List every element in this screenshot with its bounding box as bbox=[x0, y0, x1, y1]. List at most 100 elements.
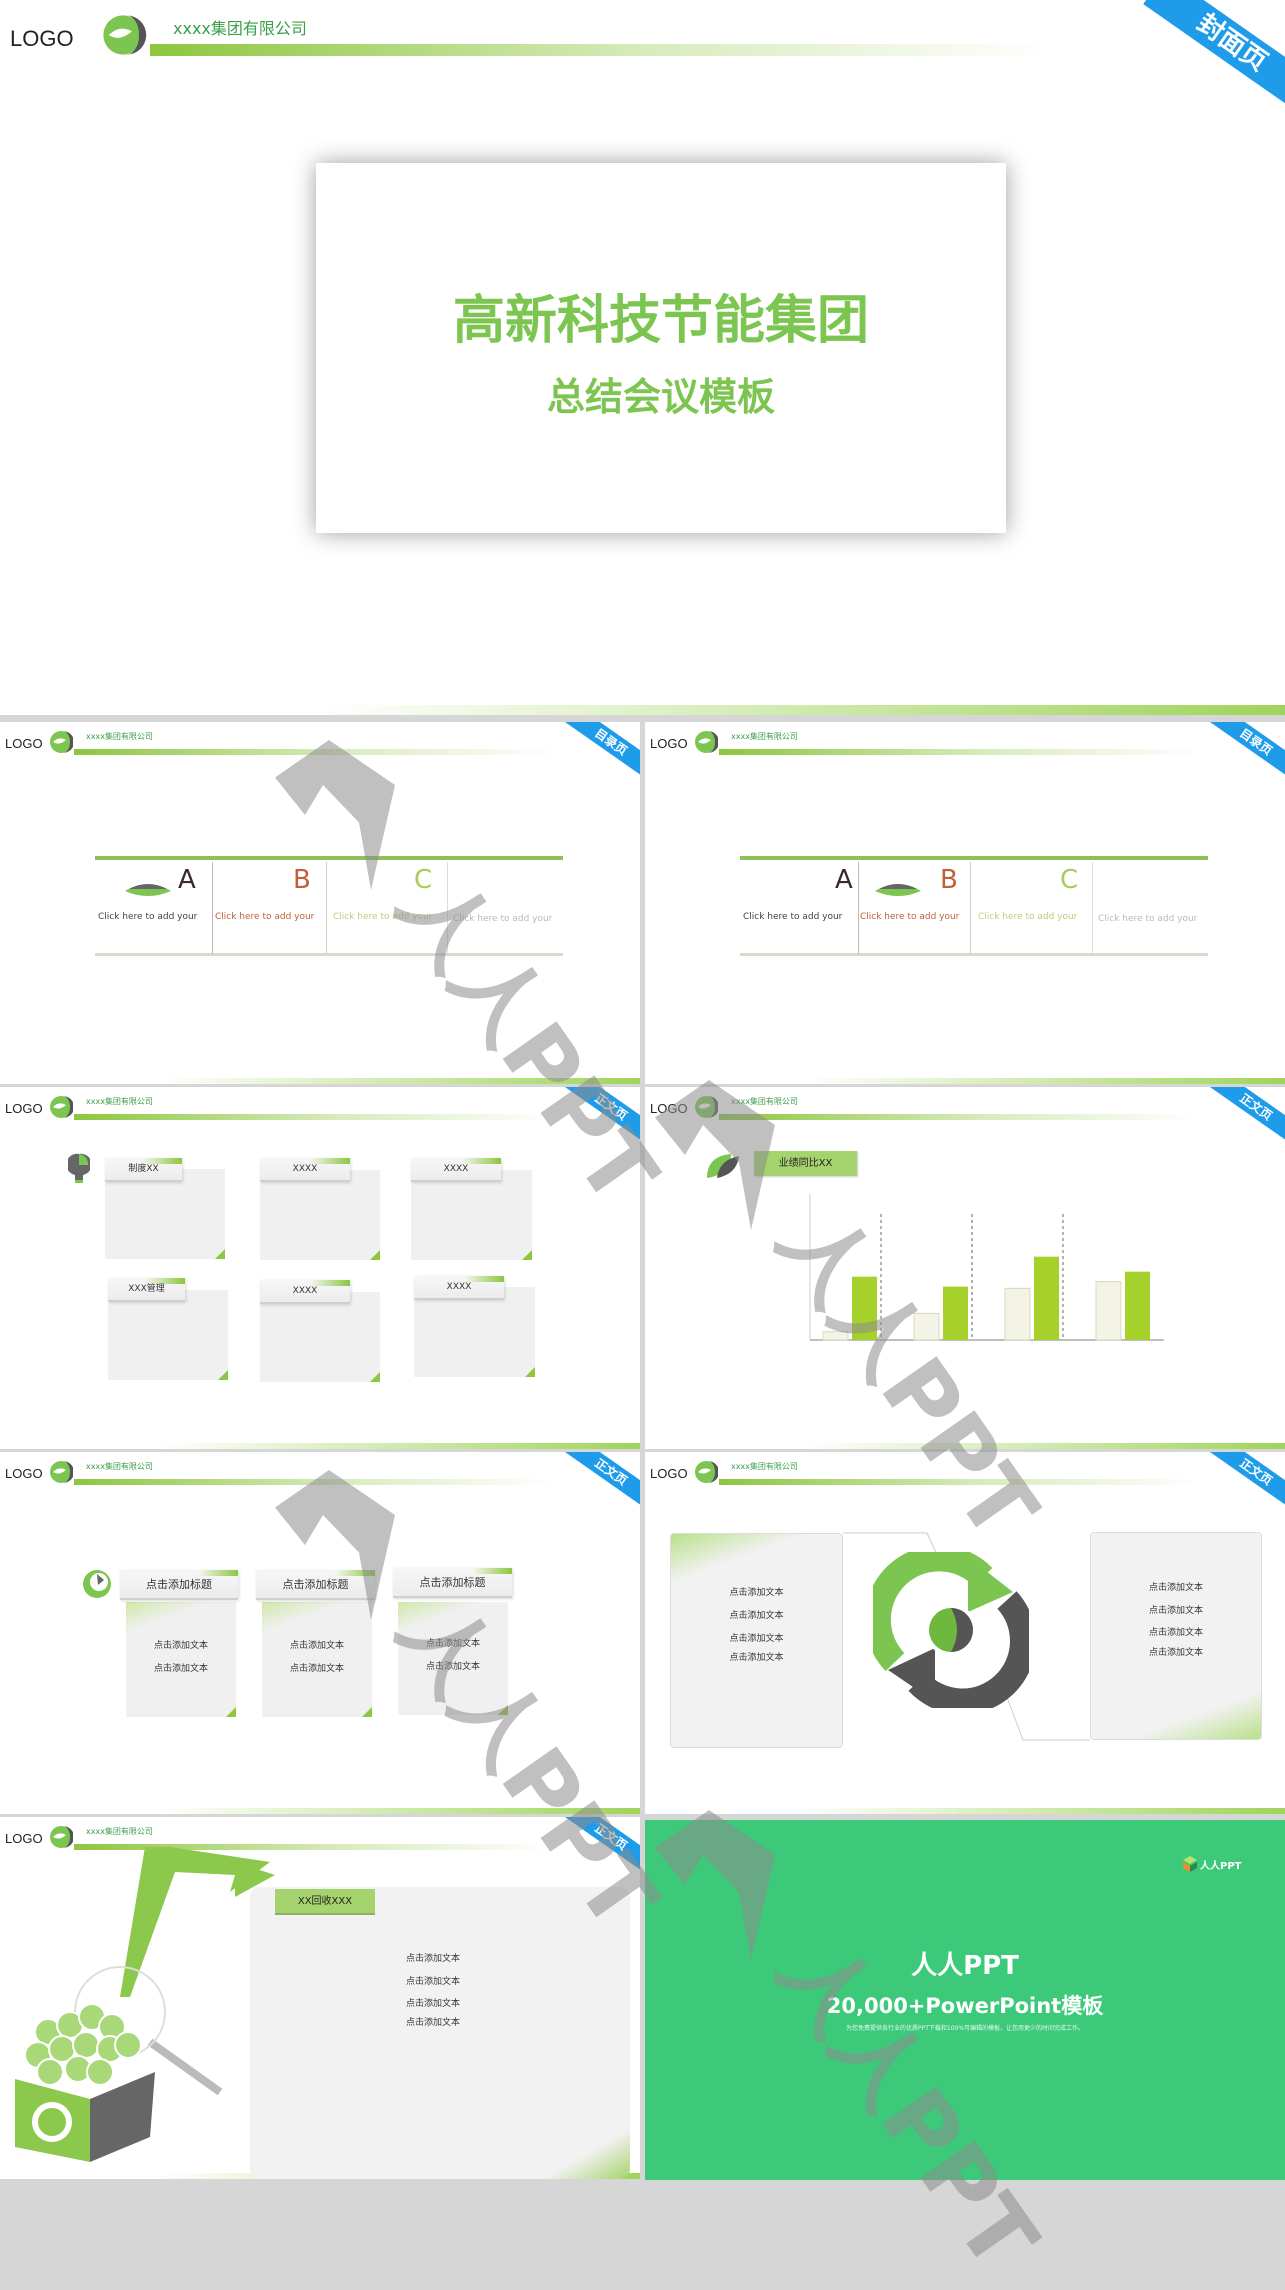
logo-text: LOGO bbox=[5, 1101, 43, 1116]
footer-line bbox=[0, 1078, 640, 1084]
toc-item[interactable]: Click here to add your bbox=[978, 912, 1077, 922]
leaf-icon bbox=[125, 884, 171, 896]
cover-slide[interactable]: LOGO xxxx集团有限公司 封面页 高新科技节能集团 总结会议模板 bbox=[0, 0, 1285, 715]
bar-s1-4 bbox=[1095, 1281, 1122, 1341]
content-panel bbox=[250, 1887, 630, 2179]
recycle-bin-illustration bbox=[15, 1847, 275, 2162]
cycle-text[interactable]: 点击添加文本 bbox=[670, 1585, 843, 1598]
grid-slide[interactable]: LOGO xxxx集团有限公司 正文页 制度XX XXXX XXXX XXX管理 X… bbox=[0, 1087, 640, 1449]
grid-label[interactable]: XXXX bbox=[260, 1158, 350, 1182]
toc-letter-a: A bbox=[178, 865, 196, 895]
bar-s1-1 bbox=[822, 1331, 849, 1341]
logo-text: LOGO bbox=[5, 736, 43, 751]
company-name: xxxx集团有限公司 bbox=[86, 732, 153, 741]
promo-subtitle: 20,000+PowerPoint模板 bbox=[826, 1994, 1104, 2018]
toc-letter-a: A bbox=[835, 865, 853, 895]
promo-slide[interactable]: 人人PPT 人人PPT 20,000+PowerPoint模板 为您免费提供各行… bbox=[645, 1820, 1285, 2180]
column-text[interactable]: 点击添加文本 bbox=[126, 1661, 236, 1674]
cycle-text[interactable]: 点击添加文本 bbox=[1090, 1625, 1262, 1638]
grid-label[interactable]: XXXX bbox=[414, 1276, 504, 1300]
leaf-logo-icon bbox=[103, 15, 147, 55]
cycle-text[interactable]: 点击添加文本 bbox=[1090, 1645, 1262, 1658]
page-type-badge: 目录页 bbox=[1205, 722, 1285, 782]
bar-s2-1 bbox=[852, 1276, 877, 1340]
toc-item[interactable]: Click here to add your bbox=[860, 912, 959, 922]
toc-slide-2[interactable]: LOGO xxxx集团有限公司 目录页 A B C Click here to ad… bbox=[645, 722, 1285, 1084]
toc-item[interactable]: Click here to add your bbox=[333, 912, 432, 922]
toc-item[interactable]: Click here to add your bbox=[453, 914, 552, 924]
renren-logo-icon bbox=[1183, 1856, 1197, 1872]
columns-slide[interactable]: LOGO xxxx集团有限公司 正文页 点击添加标题 点击添加标题 点击添加标题 点… bbox=[0, 1452, 640, 1814]
grid-label[interactable]: XXXX bbox=[260, 1280, 350, 1304]
logo-text: LOGO bbox=[650, 736, 688, 751]
lightbulb-icon bbox=[68, 1153, 90, 1183]
cycle-slide[interactable]: LOGO xxxx集团有限公司 正文页 点击添加文本 点击添加文本 点击添加文本 点… bbox=[645, 1452, 1285, 1814]
page-type-badge: 正文页 bbox=[560, 1817, 640, 1877]
page-type-badge: 目录页 bbox=[560, 722, 640, 782]
toc-letter-b: B bbox=[940, 865, 958, 895]
toc-letter-c: C bbox=[1060, 865, 1079, 895]
page-type-badge: 正文页 bbox=[560, 1087, 640, 1147]
recycle-text[interactable]: 点击添加文本 bbox=[383, 1996, 483, 2009]
toc-item[interactable]: Click here to add your bbox=[98, 912, 197, 922]
column-text[interactable]: 点击添加文本 bbox=[398, 1659, 508, 1672]
cycle-text[interactable]: 点击添加文本 bbox=[1090, 1580, 1262, 1593]
grid-label[interactable]: XXXX bbox=[411, 1158, 501, 1182]
header-line bbox=[719, 749, 1199, 755]
column-title[interactable]: 点击添加标题 bbox=[120, 1570, 238, 1600]
column-title[interactable]: 点击添加标题 bbox=[256, 1570, 375, 1600]
recycle-tab[interactable]: XX回收XXX bbox=[275, 1889, 375, 1915]
cycle-text[interactable]: 点击添加文本 bbox=[1090, 1603, 1262, 1616]
column-title[interactable]: 点击添加标题 bbox=[393, 1568, 512, 1598]
cover-badge: 封面页 bbox=[1143, 0, 1285, 114]
cycle-text[interactable]: 点击添加文本 bbox=[670, 1650, 843, 1663]
promo-logo: 人人PPT bbox=[1183, 1856, 1241, 1872]
cycle-text[interactable]: 点击添加文本 bbox=[670, 1631, 843, 1644]
leaf-logo-icon bbox=[50, 1096, 73, 1118]
header-line bbox=[74, 1114, 554, 1120]
column-text[interactable]: 点击添加文本 bbox=[126, 1638, 236, 1651]
leaf-icon bbox=[875, 884, 921, 896]
column-text[interactable]: 点击添加文本 bbox=[262, 1661, 372, 1674]
cover-title: 高新科技节能集团 bbox=[452, 291, 869, 351]
footer-line bbox=[0, 1808, 640, 1814]
recycle-slide[interactable]: LOGO xxxx集团有限公司 正文页 XX回收XXX 点击添加文本 点击添加文本 … bbox=[0, 1817, 640, 2179]
cover-subtitle: 总结会议模板 bbox=[546, 375, 775, 419]
footer-line bbox=[645, 1078, 1285, 1084]
footer-line bbox=[0, 705, 1285, 715]
bar-s2-2 bbox=[943, 1286, 968, 1340]
column-text[interactable]: 点击添加文本 bbox=[398, 1636, 508, 1649]
page-type-badge: 正文页 bbox=[560, 1452, 640, 1512]
grid-label[interactable]: 制度XX bbox=[105, 1158, 182, 1182]
toc-slide-1[interactable]: LOGO xxxx集团有限公司 目录页 A B C Click here to ad… bbox=[0, 722, 640, 1084]
company-name: xxxx集团有限公司 bbox=[86, 1097, 153, 1106]
grid-label[interactable]: XXX管理 bbox=[108, 1278, 185, 1302]
toc-letter-b: B bbox=[293, 865, 311, 895]
leaf-icon bbox=[83, 1570, 111, 1598]
bar-s2-4 bbox=[1125, 1271, 1150, 1340]
promo-logo-text: 人人PPT bbox=[1200, 1860, 1242, 1872]
leaf-logo-icon bbox=[50, 731, 73, 753]
toc-bottom-line bbox=[95, 953, 563, 956]
toc-item[interactable]: Click here to add your bbox=[743, 912, 842, 922]
leaf-logo-icon bbox=[50, 1461, 73, 1483]
toc-item[interactable]: Click here to add your bbox=[215, 912, 314, 922]
logo-text: LOGO bbox=[5, 1466, 43, 1481]
leaf-logo-icon bbox=[695, 731, 718, 753]
recycle-arrows-icon bbox=[873, 1552, 1029, 1708]
header-line bbox=[150, 44, 1050, 56]
footer-line bbox=[0, 1443, 640, 1449]
toc-letter-c: C bbox=[414, 865, 433, 895]
chart-slide[interactable]: LOGO xxxx集团有限公司 正文页 业绩同比XX bbox=[645, 1087, 1285, 1449]
company-name: xxxx集团有限公司 bbox=[731, 732, 798, 741]
recycle-text[interactable]: 点击添加文本 bbox=[383, 1951, 483, 1964]
cycle-text[interactable]: 点击添加文本 bbox=[670, 1608, 843, 1621]
company-name: xxxx集团有限公司 bbox=[86, 1462, 153, 1471]
promo-description: 为您免费提供各行业的优质PPT下载和100%可编辑的模板，让您用更少的时间完成工… bbox=[845, 2025, 1085, 2032]
column-text[interactable]: 点击添加文本 bbox=[262, 1638, 372, 1651]
toc-top-line bbox=[95, 856, 563, 860]
logo-text: LOGO bbox=[10, 26, 74, 51]
recycle-text[interactable]: 点击添加文本 bbox=[383, 2015, 483, 2028]
toc-item[interactable]: Click here to add your bbox=[1098, 914, 1197, 924]
recycle-text[interactable]: 点击添加文本 bbox=[383, 1974, 483, 1987]
